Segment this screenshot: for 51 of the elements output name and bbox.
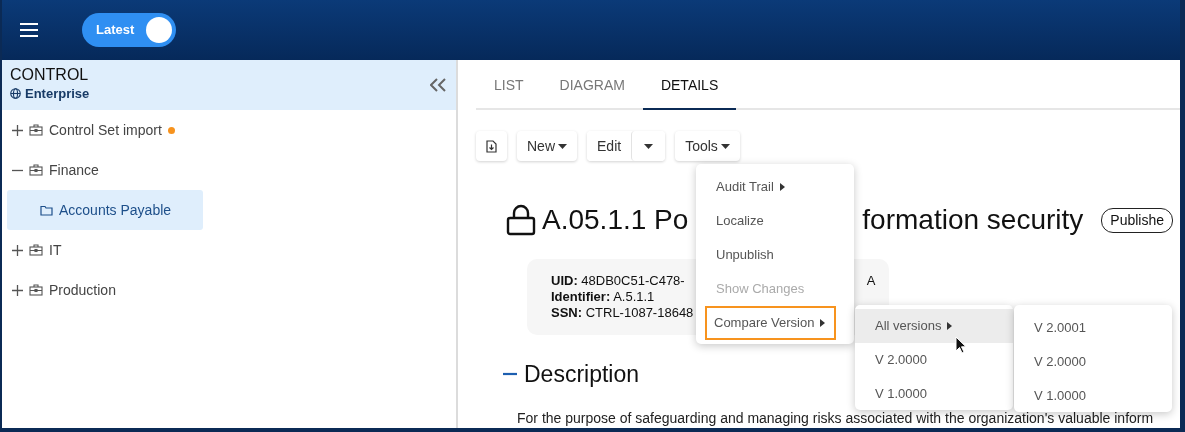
menu-item[interactable]: V 2.0000 bbox=[1014, 345, 1172, 379]
briefcase-icon bbox=[29, 244, 43, 256]
dropdown-toggle-button[interactable] bbox=[631, 131, 666, 161]
globe-icon bbox=[10, 88, 21, 100]
record-title: A.05.1.1 Po bbox=[542, 203, 689, 237]
tree-item[interactable]: Production bbox=[2, 270, 456, 310]
info-field: UID: 48DB0C51-C478- bbox=[551, 273, 685, 288]
record-title: formation security bbox=[862, 203, 1084, 237]
tab[interactable]: LIST bbox=[476, 75, 542, 110]
tab[interactable]: DETAILS bbox=[642, 75, 737, 110]
briefcase-icon bbox=[29, 284, 43, 296]
edit-button[interactable]: Edit bbox=[587, 131, 632, 161]
plus-icon[interactable] bbox=[12, 244, 23, 256]
menu-item[interactable]: V 1.0000 bbox=[855, 377, 1013, 411]
sidebar-title: CONTROL bbox=[10, 66, 90, 85]
menu-icon[interactable] bbox=[20, 23, 38, 37]
export-button[interactable] bbox=[476, 131, 507, 161]
caret-icon bbox=[558, 143, 567, 149]
tree-item[interactable]: Accounts Payable bbox=[7, 190, 203, 230]
scope-label: Enterprise bbox=[25, 85, 90, 104]
tab[interactable]: DIAGRAM bbox=[541, 75, 643, 110]
info-field: SSN: CTRL-1087-18648 bbox=[551, 305, 694, 320]
menu-item[interactable]: All versions bbox=[855, 309, 1013, 343]
dropdown-button[interactable]: Tools bbox=[675, 131, 740, 161]
menu-item[interactable]: V 1.0000 bbox=[1014, 379, 1172, 413]
menu-item[interactable]: Audit Trail bbox=[696, 170, 854, 204]
briefcase-icon bbox=[29, 124, 43, 136]
menu-item[interactable]: Compare Version bbox=[705, 306, 836, 340]
info-field: A bbox=[866, 273, 876, 288]
caret-icon bbox=[644, 143, 654, 149]
menu-item[interactable]: Unpublish bbox=[696, 238, 854, 272]
tree-item[interactable]: Finance bbox=[2, 150, 456, 190]
menu-item[interactable]: V 2.0001 bbox=[1014, 311, 1172, 345]
status-badge: Publishe bbox=[1101, 207, 1173, 233]
plus-icon[interactable] bbox=[12, 124, 23, 136]
lock-icon bbox=[506, 204, 536, 236]
tree-item[interactable]: IT bbox=[2, 230, 456, 270]
menu-item[interactable]: Localize bbox=[696, 204, 854, 238]
caret-icon bbox=[720, 143, 730, 149]
collapse-icon[interactable] bbox=[430, 78, 446, 92]
file-download-icon bbox=[486, 139, 497, 153]
folder-icon bbox=[40, 204, 53, 216]
dropdown-button[interactable]: New bbox=[517, 131, 577, 161]
info-field: Identifier: A.5.1.1 bbox=[551, 289, 655, 304]
description-text: For the purpose of safeguarding and managing risks associated with the organization's valuable inform bbox=[517, 410, 1155, 426]
tree-item[interactable]: Control Set import bbox=[2, 110, 456, 150]
plus-icon[interactable] bbox=[12, 284, 23, 296]
menu-item[interactable]: V 2.0000 bbox=[855, 343, 1013, 377]
mouse-pointer-icon bbox=[955, 336, 967, 354]
briefcase-icon bbox=[29, 164, 43, 176]
section-heading: Description bbox=[524, 360, 640, 389]
